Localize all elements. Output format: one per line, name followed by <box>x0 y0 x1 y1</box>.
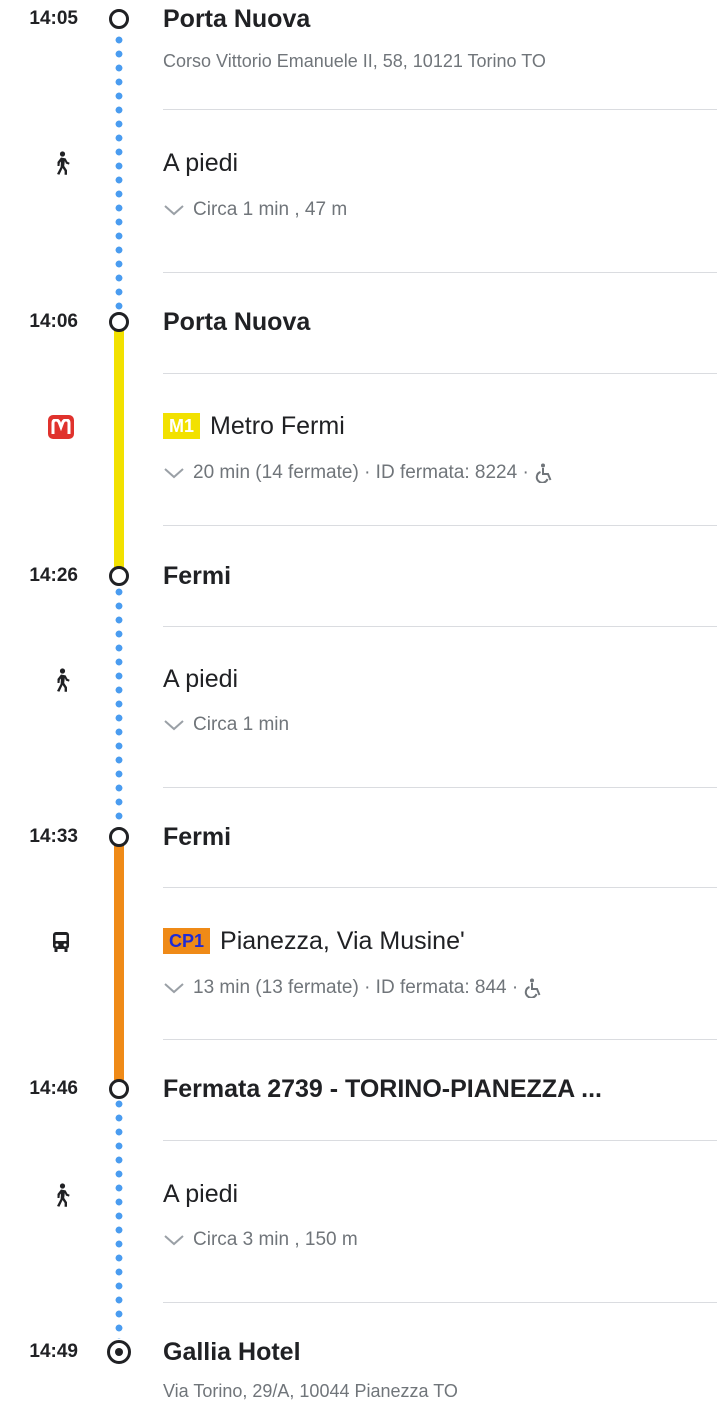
segment-detail-toggle[interactable]: Circa 1 min <box>163 713 289 737</box>
segment-title-text: A piedi <box>163 665 239 693</box>
walk-icon <box>44 148 78 178</box>
divider <box>163 525 717 526</box>
segment-detail-toggle[interactable]: Circa 3 min , 150 m <box>163 1228 358 1252</box>
bus-line <box>114 845 124 1081</box>
chevron-down-icon <box>164 983 184 994</box>
metro-line <box>114 329 124 569</box>
segment-title: A piedi <box>163 148 238 178</box>
destination-node-icon <box>107 1340 131 1364</box>
divider <box>163 626 717 627</box>
segment-title: A piedi <box>163 1179 238 1209</box>
divider <box>163 887 717 888</box>
wheelchair-icon <box>525 978 541 998</box>
stop-time: 14:49 <box>29 1341 78 1362</box>
stop-time: 14:46 <box>29 1078 78 1099</box>
stop-name[interactable]: Fermi <box>163 822 231 852</box>
segment-detail-text: Circa 1 min <box>193 714 290 735</box>
segment-detail-text: Circa 1 min , 47 m <box>193 199 348 220</box>
segment-detail-text: 13 min (13 fermate) · ID fermata: 844 · <box>193 977 519 998</box>
stop-name[interactable]: Porta Nuova <box>163 4 310 34</box>
stop-time: 14:26 <box>29 565 78 586</box>
stop-name[interactable]: Fermi <box>163 561 231 591</box>
stop-node-icon <box>109 566 129 586</box>
segment-title-text: A piedi <box>163 1180 239 1208</box>
divider <box>163 1039 717 1040</box>
stop-name[interactable]: Porta Nuova <box>163 307 310 337</box>
metro-logo-icon <box>44 412 78 442</box>
destination-name[interactable]: Gallia Hotel <box>163 1337 301 1367</box>
segment-title: CP1 Pianezza, Via Musine' <box>163 926 465 956</box>
segment-title-text: Metro Fermi <box>210 412 345 440</box>
segment-title-text: A piedi <box>163 149 239 177</box>
walk-line <box>115 33 123 310</box>
chevron-down-icon <box>164 205 184 216</box>
segment-detail-toggle[interactable]: Circa 1 min , 47 m <box>163 198 347 222</box>
segment-detail-toggle[interactable]: 13 min (13 fermate) · ID fermata: 844 · <box>163 976 544 1000</box>
segment-title: M1 Metro Fermi <box>163 411 345 441</box>
divider <box>163 373 717 374</box>
walk-icon <box>44 665 78 695</box>
segment-detail-toggle[interactable]: 20 min (14 fermate) · ID fermata: 8224 · <box>163 461 555 485</box>
segment-detail-text: Circa 3 min , 150 m <box>193 1229 358 1250</box>
stop-node-icon <box>109 827 129 847</box>
chevron-down-icon <box>164 720 184 731</box>
divider <box>163 109 717 110</box>
stop-node-icon <box>109 1079 129 1099</box>
chevron-down-icon <box>164 1235 184 1246</box>
stop-address: Corso Vittorio Emanuele II, 58, 10121 To… <box>163 51 546 71</box>
divider <box>163 1302 717 1303</box>
stop-time: 14:06 <box>29 311 78 332</box>
segment-title: A piedi <box>163 664 238 694</box>
destination-address: Via Torino, 29/A, 10044 Pianezza TO <box>163 1381 458 1401</box>
walk-icon <box>44 1180 78 1210</box>
walk-line <box>115 585 123 826</box>
stop-time: 14:05 <box>29 8 78 29</box>
divider <box>163 787 717 788</box>
stop-name[interactable]: Fermata 2739 - TORINO-PIANEZZA ... <box>163 1074 602 1104</box>
wheelchair-icon <box>535 463 552 483</box>
line-badge-cp1: CP1 <box>163 928 211 954</box>
metro-logo <box>48 415 74 439</box>
stop-node-icon <box>109 312 129 332</box>
divider <box>163 1140 717 1141</box>
chevron-down-icon <box>164 468 184 479</box>
stop-node-icon <box>109 9 129 29</box>
line-badge-m1: M1 <box>163 413 201 439</box>
stop-time: 14:33 <box>29 826 78 847</box>
divider <box>163 272 717 273</box>
bus-icon <box>44 927 78 957</box>
walk-line <box>115 1097 123 1339</box>
segment-detail-text: 20 min (14 fermate) · ID fermata: 8224 · <box>193 462 529 483</box>
segment-title-text: Pianezza, Via Musine' <box>220 927 465 955</box>
